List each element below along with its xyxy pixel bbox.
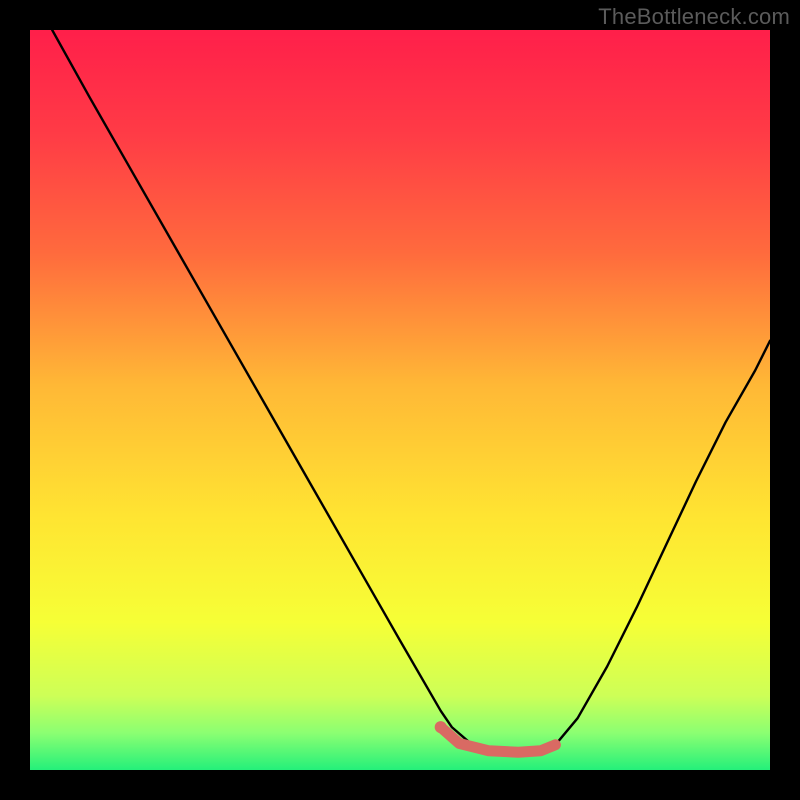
frame-edge [770,0,800,800]
watermark-text: TheBottleneck.com [598,4,790,30]
curve-layer [30,30,770,770]
bottleneck-curve [52,30,770,754]
frame-edge [0,770,800,800]
plot-area [30,30,770,770]
start-dot-marker [435,721,447,733]
chart-stage: TheBottleneck.com [0,0,800,800]
frame-edge [0,0,30,800]
